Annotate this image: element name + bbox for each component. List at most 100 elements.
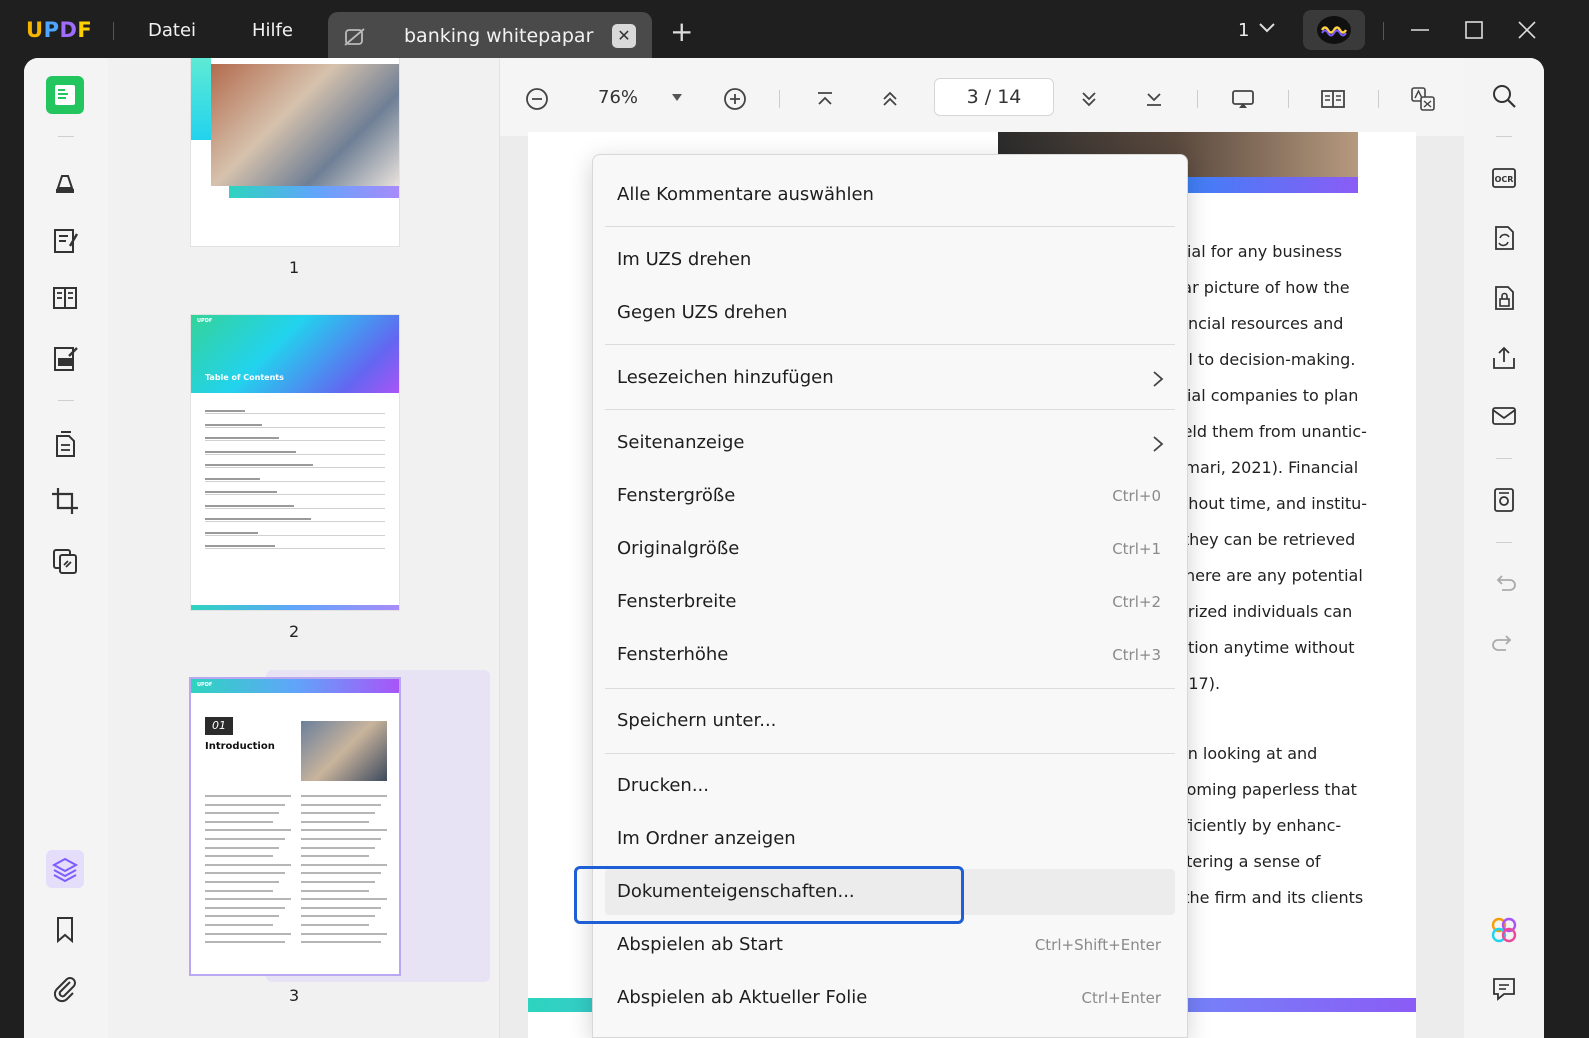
intro-text-line (205, 881, 279, 883)
menu-item-fit-window[interactable]: Fenstergröße Ctrl+0 (605, 473, 1175, 519)
chevron-down-icon[interactable] (1258, 22, 1276, 34)
add-tab-button[interactable]: + (670, 18, 693, 46)
menu-item-actual-size[interactable]: Originalgröße Ctrl+1 (605, 526, 1175, 572)
protect-icon[interactable] (1490, 284, 1518, 312)
menu-item-rotate-counterclockwise[interactable]: Gegen UZS drehen (605, 290, 1175, 336)
translate-icon[interactable] (1410, 86, 1436, 112)
page-thumbnail-3[interactable]: UPDF 01 Introduction (191, 679, 399, 974)
menu-item-select-all-comments[interactable]: Alle Kommentare auswählen (605, 172, 1175, 218)
edit-text-icon[interactable] (46, 222, 84, 260)
logo-letter-f: F (77, 18, 93, 42)
layers-button[interactable] (46, 850, 84, 888)
current-page[interactable]: 3 (967, 86, 979, 108)
menu-item-play-from-current-slide[interactable]: Abspielen ab Aktueller Folie Ctrl+Enter (605, 975, 1175, 1021)
comment-icon[interactable] (1490, 974, 1518, 1002)
intro-text-line (205, 855, 273, 858)
highlighter-icon[interactable] (46, 162, 84, 200)
share-icon[interactable] (1490, 344, 1518, 372)
document-text-line: ughout time, and institu- (1168, 494, 1368, 513)
intro-text-line (301, 855, 369, 858)
menu-item-fit-width[interactable]: Fensterbreite Ctrl+2 (605, 579, 1175, 625)
close-window-icon[interactable] (1515, 18, 1539, 42)
menu-item-label: Seitenanzeige (617, 432, 745, 453)
organize-icon[interactable] (46, 279, 84, 317)
menu-item-label: Fensterhöhe (617, 644, 729, 665)
search-icon[interactable] (1490, 82, 1518, 110)
intro-text-line (301, 881, 375, 883)
zoom-dropdown-icon[interactable] (672, 94, 682, 101)
document-text-line: nield them from unantic- (1168, 422, 1367, 441)
document-text-line: ostering a sense of (1168, 852, 1321, 871)
menu-item-save-as[interactable]: Speichern unter... (605, 698, 1175, 744)
ai-assistant-icon[interactable] (1490, 916, 1518, 944)
menu-file[interactable]: Datei (148, 20, 196, 41)
page-thumbnail-2[interactable]: UPDF Table of Contents (191, 315, 399, 610)
intro-text-line (301, 872, 381, 875)
form-icon[interactable] (46, 340, 84, 378)
menu-help[interactable]: Hilfe (252, 20, 293, 41)
menu-item-label: Im Ordner anzeigen (617, 828, 796, 849)
toc-line (205, 548, 385, 549)
toolbar-divider (1288, 90, 1289, 108)
convert-icon[interactable] (1490, 224, 1518, 252)
undo-icon[interactable] (1490, 570, 1518, 598)
toc-line (205, 453, 385, 455)
redo-icon[interactable] (1490, 630, 1518, 658)
thumbnail-header: UPDF Table of Contents (191, 315, 399, 393)
toolbar-divider (779, 90, 780, 108)
thumbnail-heading: Introduction (205, 741, 275, 752)
menu-item-shortcut: Ctrl+0 (1112, 487, 1161, 505)
zoom-level[interactable]: 76% (598, 87, 638, 108)
intro-text-line (301, 898, 387, 901)
toolbar-divider (1496, 136, 1512, 137)
zoom-in-icon[interactable] (722, 86, 748, 112)
toc-line (205, 494, 385, 495)
reader-mode-button[interactable] (46, 76, 84, 114)
document-tab[interactable]: banking whitepapar ✕ (328, 12, 652, 62)
attachment-icon[interactable] (46, 970, 84, 1008)
first-page-icon[interactable] (812, 86, 838, 112)
toc-entry (205, 437, 279, 439)
zoom-out-icon[interactable] (524, 86, 550, 112)
document-text-line: ncial companies to plan (1168, 386, 1359, 405)
maximize-icon[interactable] (1462, 18, 1486, 42)
ocr-icon[interactable]: OCR (1490, 164, 1518, 192)
presentation-icon[interactable] (1230, 86, 1256, 112)
menu-item-add-bookmark[interactable]: Lesezeichen hinzufügen (605, 355, 1175, 401)
next-page-icon[interactable] (1076, 86, 1102, 112)
minimize-icon[interactable] (1408, 18, 1432, 42)
total-pages: 14 (997, 86, 1022, 108)
document-text-line: ucial for any business (1168, 242, 1343, 261)
menu-item-show-in-folder[interactable]: Im Ordner anzeigen (605, 816, 1175, 862)
page-thumbnail-1[interactable] (191, 58, 399, 246)
crop-icon[interactable] (46, 482, 84, 520)
title-divider (1383, 22, 1384, 40)
thumbnail-accent-bar (229, 186, 399, 198)
document-text-line: (umari, 2021). Financial (1168, 458, 1359, 477)
page-layout-icon[interactable] (1320, 86, 1346, 112)
tab-title: banking whitepapar (404, 25, 594, 47)
menu-item-play-from-start[interactable]: Abspielen ab Start Ctrl+Shift+Enter (605, 922, 1175, 968)
bookmark-icon[interactable] (46, 910, 84, 948)
window-selector[interactable]: 1 (1238, 20, 1249, 41)
toc-entry (205, 531, 258, 534)
menu-item-rotate-clockwise[interactable]: Im UZS drehen (605, 237, 1175, 283)
save-icon[interactable] (1490, 486, 1518, 514)
toc-line (205, 480, 385, 482)
protect-icon[interactable] (46, 542, 84, 580)
email-icon[interactable] (1490, 402, 1518, 430)
tab-close-button[interactable]: ✕ (612, 24, 636, 48)
convert-icon[interactable] (46, 426, 84, 464)
page-indicator[interactable]: 3 / 14 (934, 78, 1054, 116)
menu-item-print[interactable]: Drucken... (605, 763, 1175, 809)
menu-item-label: Im UZS drehen (617, 249, 752, 270)
menu-item-fit-height[interactable]: Fensterhöhe Ctrl+3 (605, 632, 1175, 678)
previous-page-icon[interactable] (877, 86, 903, 112)
menu-separator (605, 409, 1175, 410)
app-logo: UPDF (26, 18, 92, 42)
focus-highlight (574, 866, 964, 924)
last-page-icon[interactable] (1141, 86, 1167, 112)
account-button[interactable] (1303, 10, 1365, 50)
menu-item-page-display[interactable]: Seitenanzeige (605, 420, 1175, 466)
title-bar: UPDF Datei Hilfe banking whitepapar ✕ + … (0, 0, 1589, 62)
